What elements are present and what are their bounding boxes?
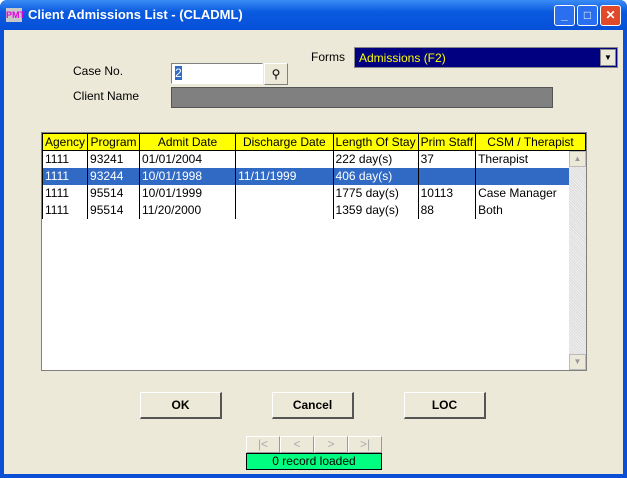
case-no-input[interactable]: 2 (171, 63, 263, 84)
client-name-label: Client Name (73, 89, 140, 103)
table-cell[interactable]: 11/20/2000 (138, 201, 237, 219)
table-cell[interactable]: 95514 (87, 184, 140, 202)
loc-button[interactable]: LOC (404, 392, 486, 419)
maximize-button[interactable]: □ (577, 5, 598, 26)
last-record-button[interactable]: >| (348, 436, 382, 453)
scroll-up-button[interactable]: ▲ (569, 151, 586, 167)
table-cell[interactable]: 1111 (41, 167, 89, 185)
table-cell[interactable] (235, 201, 334, 219)
table-cell[interactable]: 95514 (87, 201, 140, 219)
table-cell[interactable]: 10113 (417, 184, 477, 202)
next-record-button[interactable]: > (314, 436, 348, 453)
column-header[interactable]: Discharge Date (235, 133, 334, 151)
table-cell[interactable]: 88 (417, 201, 477, 219)
table-cell[interactable] (417, 167, 477, 185)
minimize-button[interactable]: _ (554, 5, 575, 26)
table-row[interactable]: 1111 93241 01/01/2004 222 day(s) 37 Therapist (41, 150, 586, 168)
table-row[interactable]: 1111 95514 10/01/1999 1775 day(s) 10113 Case … (41, 184, 586, 202)
table-cell[interactable]: 1359 day(s) (332, 201, 419, 219)
prev-record-button[interactable]: < (280, 436, 314, 453)
table-cell[interactable]: 1111 (41, 201, 89, 219)
cancel-button[interactable]: Cancel (272, 392, 354, 419)
column-header[interactable]: Prim Staff (417, 133, 477, 151)
table-row[interactable]: 1111 93244 10/01/1998 11/11/1999 406 day(s) (41, 167, 586, 185)
window-title: Client Admissions List - (CLADML) (28, 7, 243, 22)
forms-value: Admissions (F2) (359, 51, 446, 65)
column-header[interactable]: Admit Date (138, 133, 237, 151)
chevron-down-icon[interactable]: ▼ (600, 49, 616, 66)
column-header[interactable]: Program (87, 133, 140, 151)
binoculars-icon: ⚲ (271, 67, 281, 81)
column-header[interactable]: Agency (41, 133, 89, 151)
table-cell[interactable]: 1111 (41, 184, 89, 202)
table-cell[interactable]: 10/01/1999 (138, 184, 237, 202)
status-bar: 0 record loaded (246, 453, 382, 470)
table-cell[interactable]: 10/01/1998 (138, 167, 237, 185)
scroll-down-button[interactable]: ▼ (569, 354, 586, 370)
forms-dropdown[interactable]: Admissions (F2) ▼ (354, 47, 618, 68)
table-cell[interactable]: 93241 (87, 150, 140, 168)
table-cell[interactable]: 01/01/2004 (138, 150, 237, 168)
vertical-scrollbar[interactable]: ▲ ▼ (569, 151, 586, 370)
table-cell[interactable]: 406 day(s) (332, 167, 419, 185)
column-header[interactable]: CSM / Therapist (475, 133, 586, 151)
close-button[interactable]: ✕ (600, 5, 621, 26)
grid-header: Agency Program Admit Date Discharge Date… (41, 133, 586, 151)
search-button[interactable]: ⚲ (264, 63, 288, 85)
client-area: Forms Admissions (F2) ▼ Case No. 2 ⚲ Clie… (4, 30, 623, 474)
admissions-grid: Agency Program Admit Date Discharge Date… (41, 132, 587, 371)
table-cell[interactable]: 37 (417, 150, 477, 168)
table-cell[interactable]: 1775 day(s) (332, 184, 419, 202)
table-cell[interactable]: 222 day(s) (332, 150, 419, 168)
forms-label: Forms (311, 50, 345, 64)
first-record-button[interactable]: |< (246, 436, 280, 453)
ok-button[interactable]: OK (140, 392, 222, 419)
table-row[interactable]: 1111 95514 11/20/2000 1359 day(s) 88 Both (41, 201, 586, 219)
column-header[interactable]: Length Of Stay (332, 133, 419, 151)
title-bar[interactable]: PMT Client Admissions List - (CLADML) _ … (0, 0, 627, 30)
client-name-field (171, 87, 553, 108)
table-cell[interactable]: 1111 (41, 150, 89, 168)
case-no-label: Case No. (73, 64, 124, 78)
app-icon: PMT (6, 8, 25, 22)
table-cell[interactable]: 93244 (87, 167, 140, 185)
window: PMT Client Admissions List - (CLADML) _ … (0, 0, 627, 478)
table-cell[interactable] (235, 184, 334, 202)
table-cell[interactable]: 11/11/1999 (235, 167, 334, 185)
table-cell[interactable] (235, 150, 334, 168)
case-no-value: 2 (175, 66, 182, 80)
